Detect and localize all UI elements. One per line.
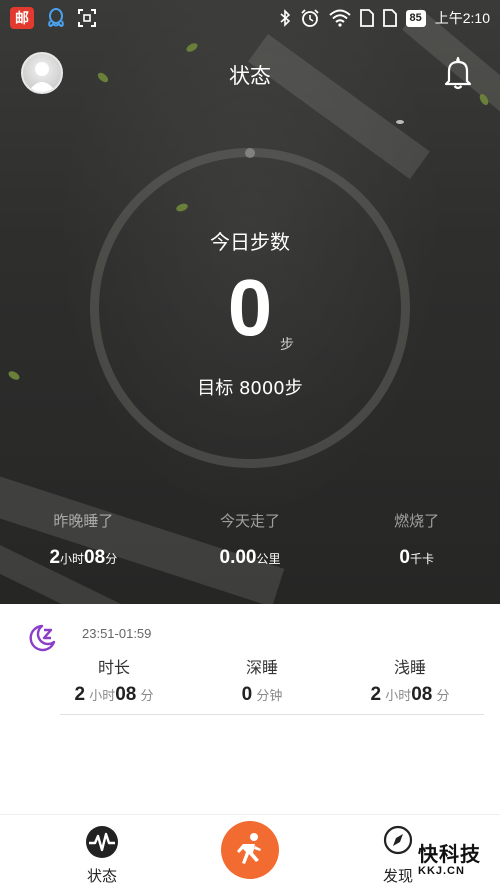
sim-card-icon xyxy=(382,9,397,27)
bell-icon[interactable] xyxy=(442,56,474,90)
stat-number: 0.00 xyxy=(219,547,257,568)
stat-value: 0千卡 xyxy=(333,547,500,569)
clock: 上午2:10 xyxy=(434,10,490,26)
stat-label: 今天走了 xyxy=(220,512,281,530)
nav-tab-status[interactable]: 状态 xyxy=(74,825,130,886)
sleep-unit: 小时 xyxy=(385,689,412,704)
calories-summary[interactable]: 燃烧了 0千卡 xyxy=(333,510,500,569)
watermark-logo: 快科技 KKJ.CN xyxy=(418,838,481,877)
stat-label: 昨晚睡了 xyxy=(53,512,114,530)
sleep-card[interactable]: 23:51-01:59 时长 2 小时08 分 深睡 0 分钟 浅睡 2 小时0… xyxy=(0,604,500,814)
stat-number: 0 xyxy=(399,547,410,568)
page-title: 状态 xyxy=(229,64,271,88)
sleep-stat-value: 0 分钟 xyxy=(188,684,336,706)
mail-app-icon: 邮 xyxy=(10,7,34,29)
sleep-stat-label: 时长 xyxy=(97,658,130,677)
nav-label: 状态 xyxy=(86,867,117,885)
sleep-number: 2 xyxy=(74,684,86,705)
sleep-number: 08 xyxy=(115,684,137,705)
sleep-summary[interactable]: 昨晚睡了 2小时08分 xyxy=(0,510,167,569)
light-sleep: 浅睡 2 小时08 分 xyxy=(336,654,484,706)
sleep-unit: 小时 xyxy=(89,689,116,704)
compass-icon xyxy=(383,825,413,855)
stat-unit: 千卡 xyxy=(409,552,434,566)
steps-count[interactable]: 0 xyxy=(0,262,500,354)
sleep-number: 2 xyxy=(370,684,382,705)
stat-unit: 分 xyxy=(105,552,118,566)
nav-tab-discover[interactable]: 发现 xyxy=(376,825,420,886)
progress-indicator xyxy=(245,148,255,158)
sleep-unit: 分 xyxy=(140,689,154,704)
moon-sleep-icon xyxy=(29,624,56,652)
sleep-stat-label: 深睡 xyxy=(245,658,278,677)
distance-summary[interactable]: 今天走了 0.00公里 xyxy=(167,510,334,569)
stat-number: 08 xyxy=(84,547,106,568)
stat-label: 燃烧了 xyxy=(394,512,440,530)
deep-sleep: 深睡 0 分钟 xyxy=(188,654,336,706)
sleep-unit: 分钟 xyxy=(256,689,283,704)
nav-label: 发现 xyxy=(382,867,413,885)
daily-summary: 昨晚睡了 2小时08分 今天走了 0.00公里 燃烧了 0千卡 xyxy=(0,510,500,569)
stat-unit: 公里 xyxy=(256,552,281,566)
qq-icon xyxy=(48,8,64,28)
step-goal: 目标 8000步 xyxy=(197,378,303,399)
steps-unit: 步 xyxy=(280,337,294,353)
runner-icon xyxy=(237,833,261,864)
stat-value: 2小时08分 xyxy=(0,547,167,569)
title-bar: 状态 xyxy=(0,50,500,98)
watermark-text: 快科技 xyxy=(418,842,481,866)
sleep-time-range: 23:51-01:59 xyxy=(82,626,152,641)
sleep-number: 08 xyxy=(411,684,433,705)
wifi-icon xyxy=(328,9,351,27)
stat-value: 0.00公里 xyxy=(167,547,334,569)
alarm-icon xyxy=(300,9,319,27)
sleep-number: 0 xyxy=(241,684,253,705)
divider xyxy=(60,714,484,715)
sim-card-icon xyxy=(359,9,374,27)
sleep-unit: 分 xyxy=(436,689,450,704)
sleep-stat-label: 浅睡 xyxy=(393,658,426,677)
status-bar: 邮 85 上午2:10 xyxy=(0,0,500,36)
sleep-stat-value: 2 小时08 分 xyxy=(336,684,484,706)
battery-level: 85 xyxy=(405,9,426,27)
activity-pulse-icon xyxy=(86,826,118,858)
stat-number: 2 xyxy=(49,547,61,568)
start-run-button[interactable] xyxy=(221,821,279,879)
leaf-decoration xyxy=(396,120,404,124)
sleep-duration: 时长 2 小时08 分 xyxy=(40,654,188,706)
stat-unit: 小时 xyxy=(60,552,85,566)
bluetooth-icon xyxy=(279,9,290,27)
sleep-stat-value: 2 小时08 分 xyxy=(40,684,188,706)
screenshot-icon xyxy=(78,9,96,27)
steps-label: 今日步数 xyxy=(210,230,290,254)
sleep-breakdown: 时长 2 小时08 分 深睡 0 分钟 浅睡 2 小时08 分 xyxy=(40,654,484,706)
